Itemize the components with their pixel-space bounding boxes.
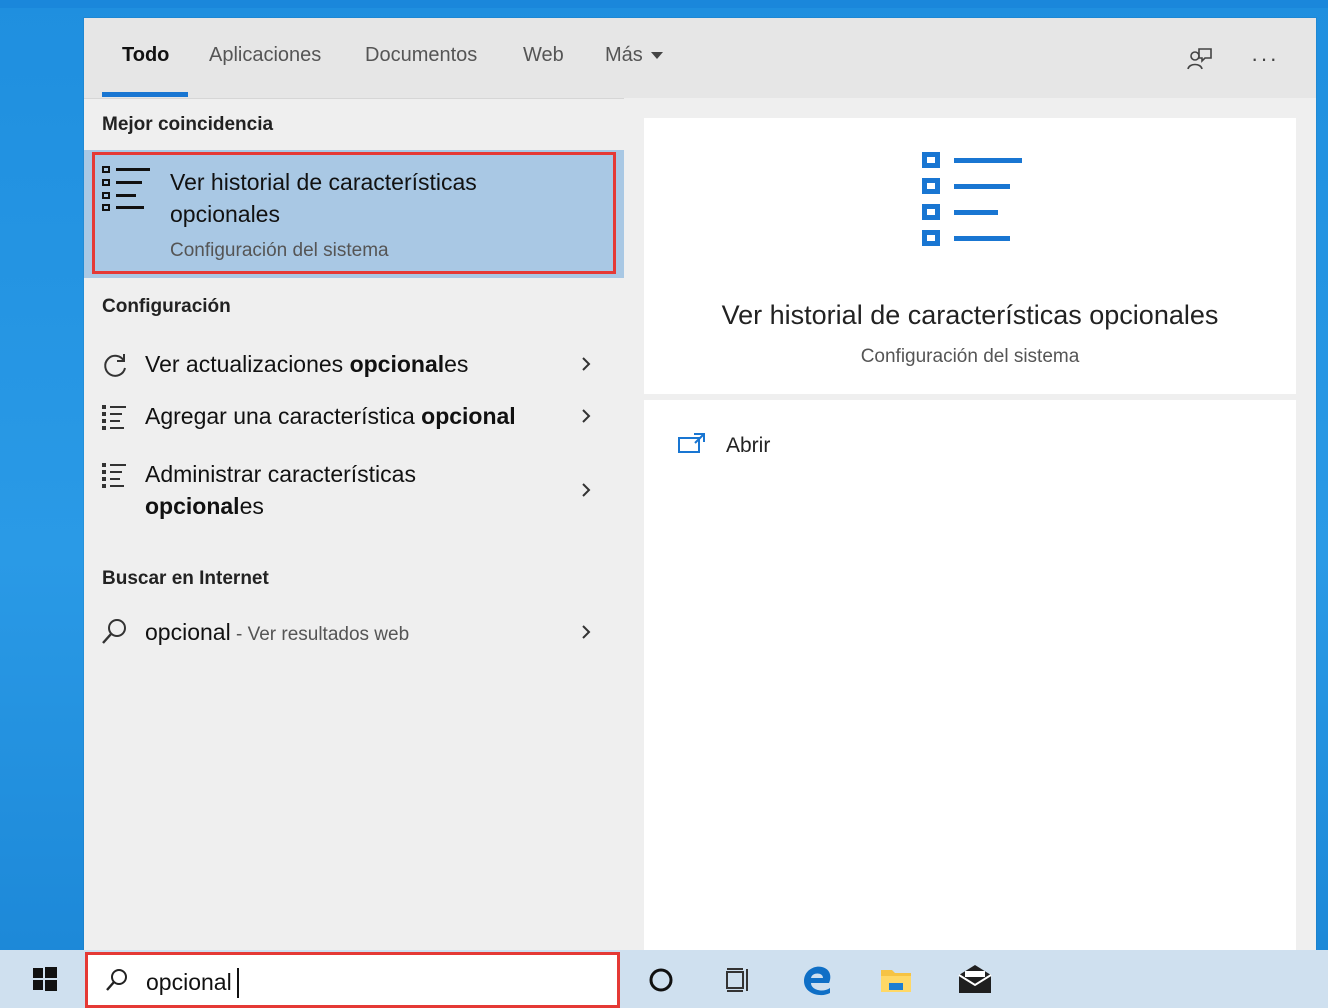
best-match-title: Ver historial de características opciona…	[170, 169, 477, 227]
settings-item-label: Agregar una característica opcional	[145, 403, 516, 429]
feedback-icon[interactable]	[1184, 44, 1214, 74]
chevron-right-icon	[582, 357, 591, 371]
settings-heading: Configuración	[102, 296, 231, 317]
web-search-heading: Buscar en Internet	[102, 568, 269, 589]
web-search-item[interactable]: opcional - Ver resultados web	[84, 606, 624, 658]
text-cursor	[237, 968, 239, 998]
tab-todo[interactable]: Todo	[122, 44, 169, 67]
list-icon	[102, 463, 126, 488]
tab-mas[interactable]: Más	[605, 44, 663, 67]
refresh-icon	[104, 354, 126, 377]
file-explorer-icon[interactable]	[878, 962, 914, 998]
search-input[interactable]	[144, 963, 588, 1001]
tab-mas-label: Más	[605, 44, 643, 66]
results-list: Mejor coincidencia Ver historial de cara…	[84, 98, 624, 950]
tab-aplicaciones[interactable]: Aplicaciones	[209, 44, 321, 67]
start-button[interactable]	[10, 950, 80, 1008]
list-icon	[102, 405, 126, 430]
search-panel: Todo Aplicaciones Documentos Web Más ···…	[84, 18, 1316, 950]
mail-icon[interactable]	[957, 962, 993, 998]
settings-item-label: Administrar características opcionales	[145, 461, 416, 519]
settings-item-agregar-caracteristica[interactable]: Agregar una característica opcional	[84, 394, 624, 446]
preview-pane: Ver historial de características opciona…	[624, 98, 1316, 950]
more-options-icon[interactable]: ···	[1250, 44, 1280, 74]
caret-down-icon	[650, 52, 663, 60]
chevron-right-icon	[582, 625, 591, 639]
cortana-icon[interactable]	[643, 962, 679, 998]
preview-actions: Abrir	[644, 400, 1296, 950]
search-tabbar: Todo Aplicaciones Documentos Web Más ···	[84, 18, 1316, 99]
list-icon	[922, 152, 1022, 246]
edge-icon[interactable]	[800, 962, 836, 998]
active-tab-indicator	[102, 92, 188, 97]
task-view-icon[interactable]	[720, 962, 756, 998]
desktop-background	[0, 0, 1328, 8]
preview-title: Ver historial de características opciona…	[721, 300, 1219, 330]
preview-subtitle: Configuración del sistema	[860, 346, 1080, 367]
list-icon	[102, 166, 150, 211]
web-search-label: opcional - Ver resultados web	[145, 619, 410, 645]
windows-start-icon	[33, 967, 57, 991]
settings-item-label: Ver actualizaciones opcionales	[145, 351, 469, 377]
best-match-subtitle: Configuración del sistema	[170, 240, 389, 261]
tab-documentos[interactable]: Documentos	[365, 44, 477, 67]
settings-item-ver-actualizaciones[interactable]: Ver actualizaciones opcionales	[84, 336, 624, 388]
chevron-right-icon	[582, 409, 591, 423]
search-icon	[102, 619, 126, 644]
open-action-label: Abrir	[726, 434, 771, 457]
preview-card: Ver historial de características opciona…	[644, 118, 1296, 394]
open-window-icon	[678, 433, 705, 453]
search-icon	[106, 969, 127, 991]
chevron-right-icon	[582, 483, 591, 497]
best-match-heading: Mejor coincidencia	[102, 114, 274, 135]
tab-web[interactable]: Web	[523, 44, 564, 67]
taskbar-search-box[interactable]	[85, 952, 620, 1008]
settings-item-administrar-caracteristicas[interactable]: Administrar características opcionales	[84, 454, 624, 532]
